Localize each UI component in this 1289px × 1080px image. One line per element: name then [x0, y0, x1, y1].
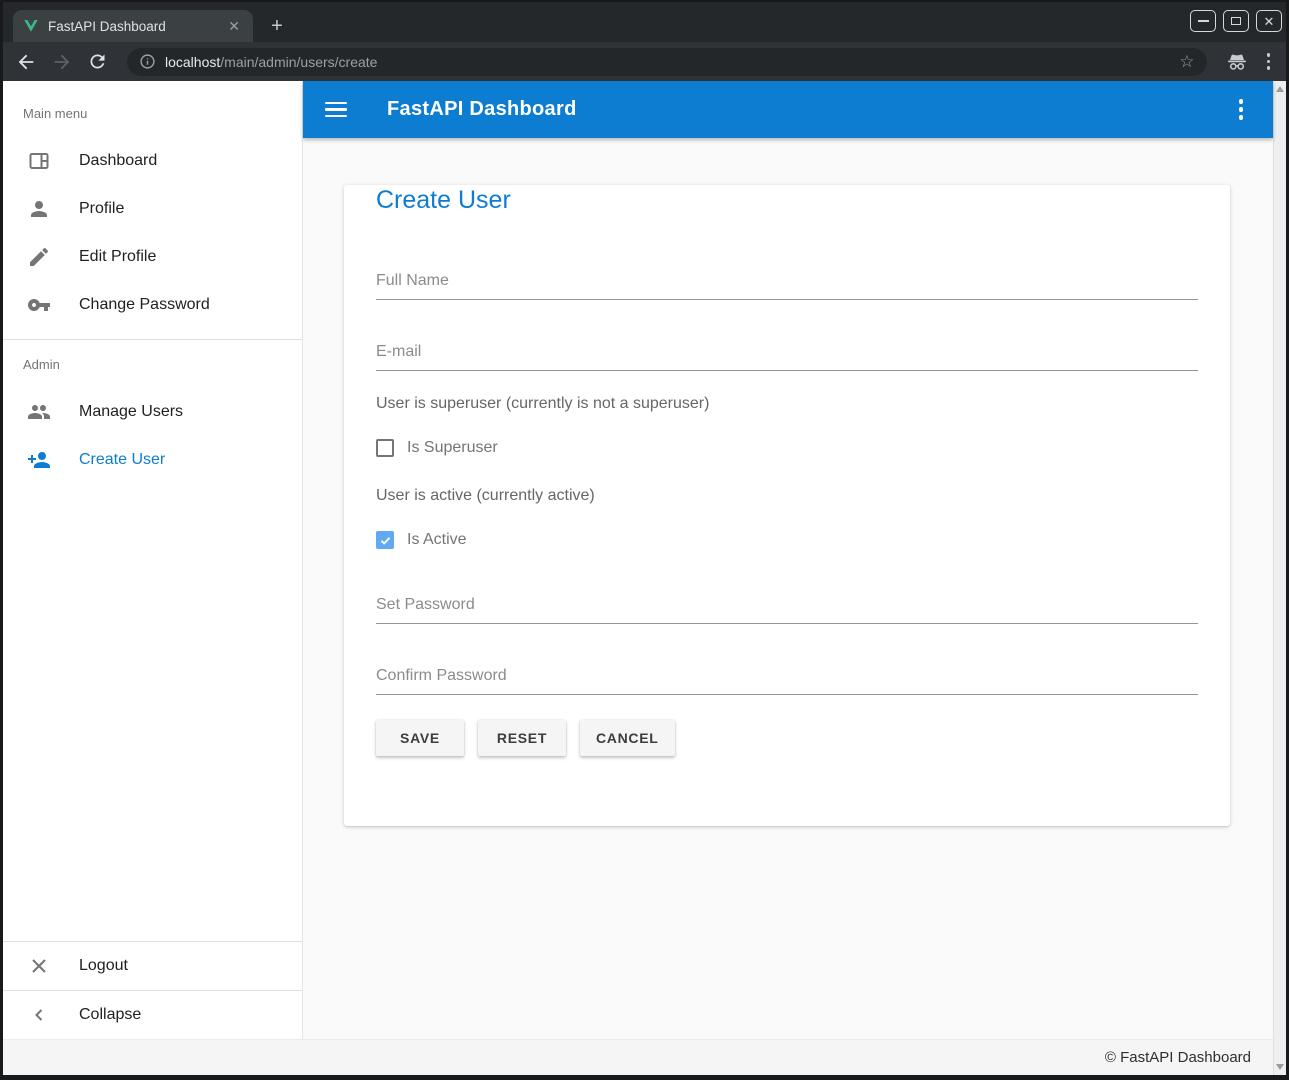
- sidebar-item-label: Dashboard: [79, 152, 157, 170]
- dashboard-icon: [27, 149, 51, 173]
- sidebar-item-collapse[interactable]: Collapse: [3, 991, 302, 1039]
- page-content: Create User User is superuser (currently…: [303, 138, 1273, 1039]
- set-password-input[interactable]: [376, 596, 1198, 614]
- sidebar-item-label: Logout: [79, 957, 128, 975]
- superuser-hint: User is superuser (currently is not a su…: [376, 392, 1198, 416]
- footer-copyright: © FastAPI Dashboard: [1105, 1049, 1251, 1066]
- email-field-wrap: [376, 343, 1198, 371]
- appbar-menu-icon[interactable]: [1231, 95, 1252, 124]
- active-hint: User is active (currently active): [376, 484, 1198, 508]
- person-add-icon: [27, 448, 51, 472]
- browser-tab[interactable]: FastAPI Dashboard ✕: [13, 10, 253, 42]
- app-title: FastAPI Dashboard: [387, 98, 1231, 121]
- email-input[interactable]: [376, 343, 1198, 361]
- active-checkbox-row[interactable]: Is Active: [376, 528, 1198, 552]
- sidebar-item-manage-users[interactable]: Manage Users: [3, 388, 302, 436]
- sidebar-item-label: Change Password: [79, 296, 210, 314]
- key-icon: [27, 293, 51, 317]
- sidebar-item-label: Profile: [79, 200, 124, 218]
- create-user-card: Create User User is superuser (currently…: [344, 185, 1230, 826]
- page-scrollbar[interactable]: [1273, 81, 1286, 1075]
- full-name-input[interactable]: [376, 272, 1198, 290]
- sidebar-section-main-menu: Main menu: [3, 89, 302, 137]
- window-controls: ✕: [1190, 10, 1282, 32]
- main-area: FastAPI Dashboard Create User User is su…: [303, 81, 1273, 1039]
- tab-close-icon[interactable]: ✕: [225, 18, 243, 35]
- address-bar[interactable]: localhost/main/admin/users/create ☆: [127, 48, 1207, 76]
- chevron-left-icon: [27, 1003, 51, 1027]
- browser-toolbar: localhost/main/admin/users/create ☆: [3, 42, 1286, 81]
- sidebar-item-dashboard[interactable]: Dashboard: [3, 137, 302, 185]
- sidebar-item-label: Collapse: [79, 1006, 141, 1024]
- confirm-password-input[interactable]: [376, 667, 1198, 685]
- pencil-icon: [27, 245, 51, 269]
- hamburger-menu-icon[interactable]: [325, 102, 347, 117]
- sidebar-section-admin: Admin: [3, 340, 302, 388]
- vue-logo-icon: [23, 18, 39, 34]
- sidebar-item-change-password[interactable]: Change Password: [3, 281, 302, 329]
- form-buttons: SAVE RESET CANCEL: [376, 720, 1198, 756]
- maximize-icon[interactable]: [1223, 10, 1249, 32]
- sidebar-item-create-user[interactable]: Create User: [3, 436, 302, 484]
- set-password-field-wrap: [376, 596, 1198, 624]
- person-icon: [27, 197, 51, 221]
- scroll-up-icon[interactable]: [1276, 86, 1284, 92]
- superuser-checkbox[interactable]: [376, 439, 394, 457]
- url-host: localhost: [165, 54, 220, 70]
- forward-icon[interactable]: [51, 51, 73, 73]
- confirm-password-field-wrap: [376, 667, 1198, 695]
- sidebar-item-label: Manage Users: [79, 403, 183, 421]
- browser-tabstrip: FastAPI Dashboard ✕ + ✕: [3, 2, 1286, 42]
- minimize-icon[interactable]: [1190, 10, 1216, 32]
- save-button[interactable]: SAVE: [376, 720, 464, 756]
- bookmark-star-icon[interactable]: ☆: [1179, 52, 1194, 72]
- superuser-checkbox-label: Is Superuser: [407, 439, 498, 457]
- url-path: /main/admin/users/create: [220, 54, 377, 70]
- reload-icon[interactable]: [87, 51, 109, 73]
- sidebar-item-logout[interactable]: Logout: [3, 942, 302, 990]
- sidebar: Main menu Dashboard Profile: [3, 81, 303, 1039]
- app-bar: FastAPI Dashboard: [303, 81, 1273, 138]
- incognito-icon: [1225, 50, 1249, 74]
- page-title: Create User: [376, 185, 1198, 215]
- app-footer: © FastAPI Dashboard: [3, 1039, 1273, 1075]
- page-info-icon[interactable]: [139, 53, 156, 70]
- app-viewport: Main menu Dashboard Profile: [3, 81, 1286, 1075]
- sidebar-item-label: Create User: [79, 451, 165, 469]
- reset-button[interactable]: RESET: [478, 720, 566, 756]
- sidebar-item-profile[interactable]: Profile: [3, 185, 302, 233]
- sidebar-item-label: Edit Profile: [79, 248, 156, 266]
- scroll-down-icon[interactable]: [1276, 1064, 1284, 1070]
- superuser-checkbox-row[interactable]: Is Superuser: [376, 436, 1198, 460]
- active-checkbox-label: Is Active: [407, 531, 467, 549]
- cancel-button[interactable]: CANCEL: [580, 720, 675, 756]
- close-window-icon[interactable]: ✕: [1256, 10, 1282, 32]
- sidebar-item-edit-profile[interactable]: Edit Profile: [3, 233, 302, 281]
- group-icon: [27, 400, 51, 424]
- close-icon: [27, 954, 51, 978]
- full-name-field-wrap: [376, 272, 1198, 300]
- active-checkbox[interactable]: [376, 531, 394, 549]
- back-icon[interactable]: [15, 51, 37, 73]
- sidebar-spacer: [3, 484, 302, 941]
- new-tab-button[interactable]: +: [265, 14, 289, 38]
- url-text[interactable]: localhost/main/admin/users/create: [165, 54, 1170, 70]
- browser-menu-icon[interactable]: [1263, 53, 1275, 70]
- tab-title: FastAPI Dashboard: [48, 19, 216, 34]
